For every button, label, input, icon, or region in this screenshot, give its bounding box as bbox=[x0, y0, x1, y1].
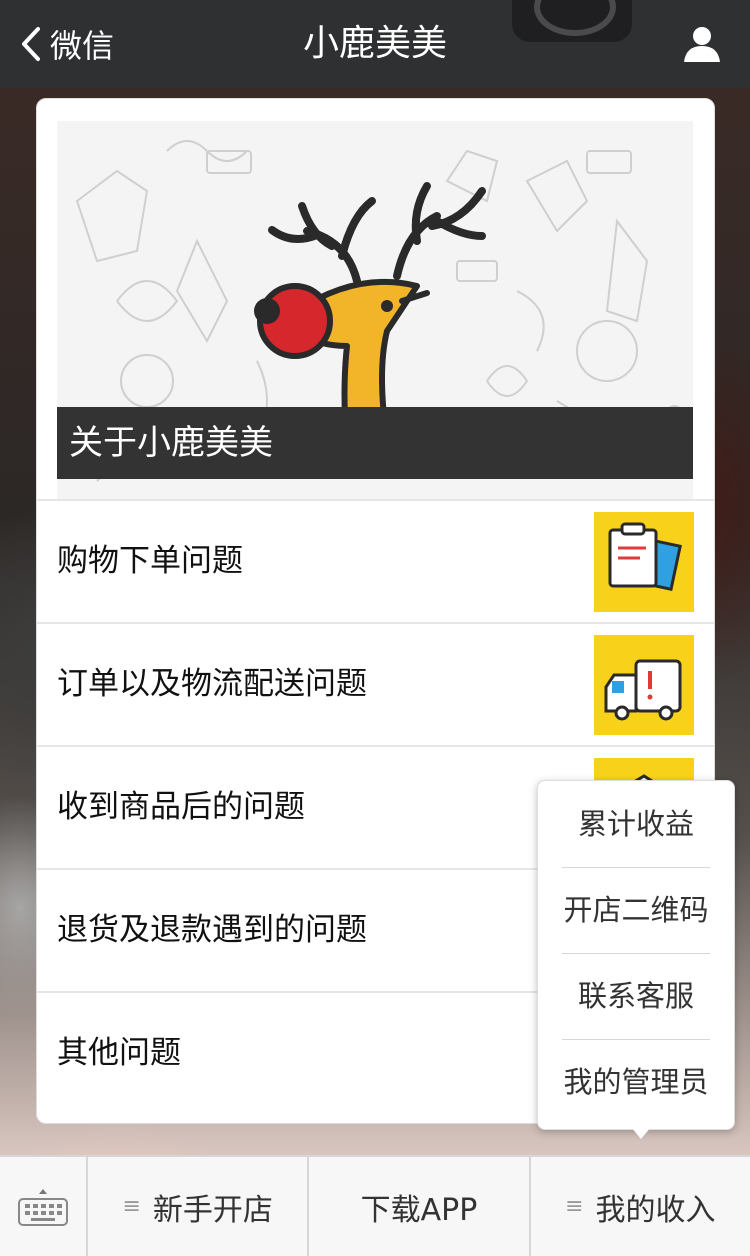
clipboard-icon bbox=[594, 512, 694, 612]
menu-button-new-store[interactable]: ≡ 新手开店 bbox=[88, 1157, 310, 1256]
popup-item-my-admin[interactable]: 我的管理员 bbox=[538, 1039, 734, 1125]
menu-lines-icon: ≡ bbox=[122, 1194, 141, 1219]
list-item-label: 其他问题 bbox=[57, 1035, 181, 1071]
menu-button-download-app[interactable]: 下载APP bbox=[309, 1157, 531, 1256]
menu-button-label: 新手开店 bbox=[152, 1192, 273, 1228]
page-title: 小鹿美美 bbox=[302, 23, 447, 64]
user-icon[interactable] bbox=[682, 24, 722, 64]
bottom-menu-bar: ≡ 新手开店 下载APP ≡ 我的收入 bbox=[0, 1155, 750, 1256]
delivery-truck-icon bbox=[594, 635, 694, 735]
menu-button-label: 我的收入 bbox=[595, 1192, 716, 1228]
nav-bar: 微信 小鹿美美 bbox=[0, 0, 750, 88]
list-item-label: 收到商品后的问题 bbox=[57, 789, 305, 825]
menu-button-my-income[interactable]: ≡ 我的收入 bbox=[531, 1157, 750, 1256]
list-item-label: 退货及退款遇到的问题 bbox=[57, 912, 367, 948]
income-popup-menu: 累计收益 开店二维码 联系客服 我的管理员 bbox=[537, 780, 735, 1130]
list-item[interactable]: 购物下单问题 bbox=[37, 499, 714, 622]
popup-item-total-earnings[interactable]: 累计收益 bbox=[538, 781, 734, 867]
banner-caption: 关于小鹿美美 bbox=[57, 407, 693, 479]
popup-item-store-qrcode[interactable]: 开店二维码 bbox=[538, 867, 734, 953]
keyboard-toggle-button[interactable] bbox=[0, 1157, 88, 1256]
popup-item-contact-support[interactable]: 联系客服 bbox=[538, 953, 734, 1039]
list-item-label: 订单以及物流配送问题 bbox=[57, 666, 367, 702]
menu-lines-icon: ≡ bbox=[565, 1194, 584, 1219]
list-item-label: 购物下单问题 bbox=[57, 543, 243, 579]
list-item[interactable]: 订单以及物流配送问题 bbox=[37, 622, 714, 745]
menu-button-label: 下载APP bbox=[360, 1192, 478, 1228]
keyboard-icon bbox=[18, 1188, 68, 1226]
popup-arrow bbox=[631, 1127, 651, 1139]
